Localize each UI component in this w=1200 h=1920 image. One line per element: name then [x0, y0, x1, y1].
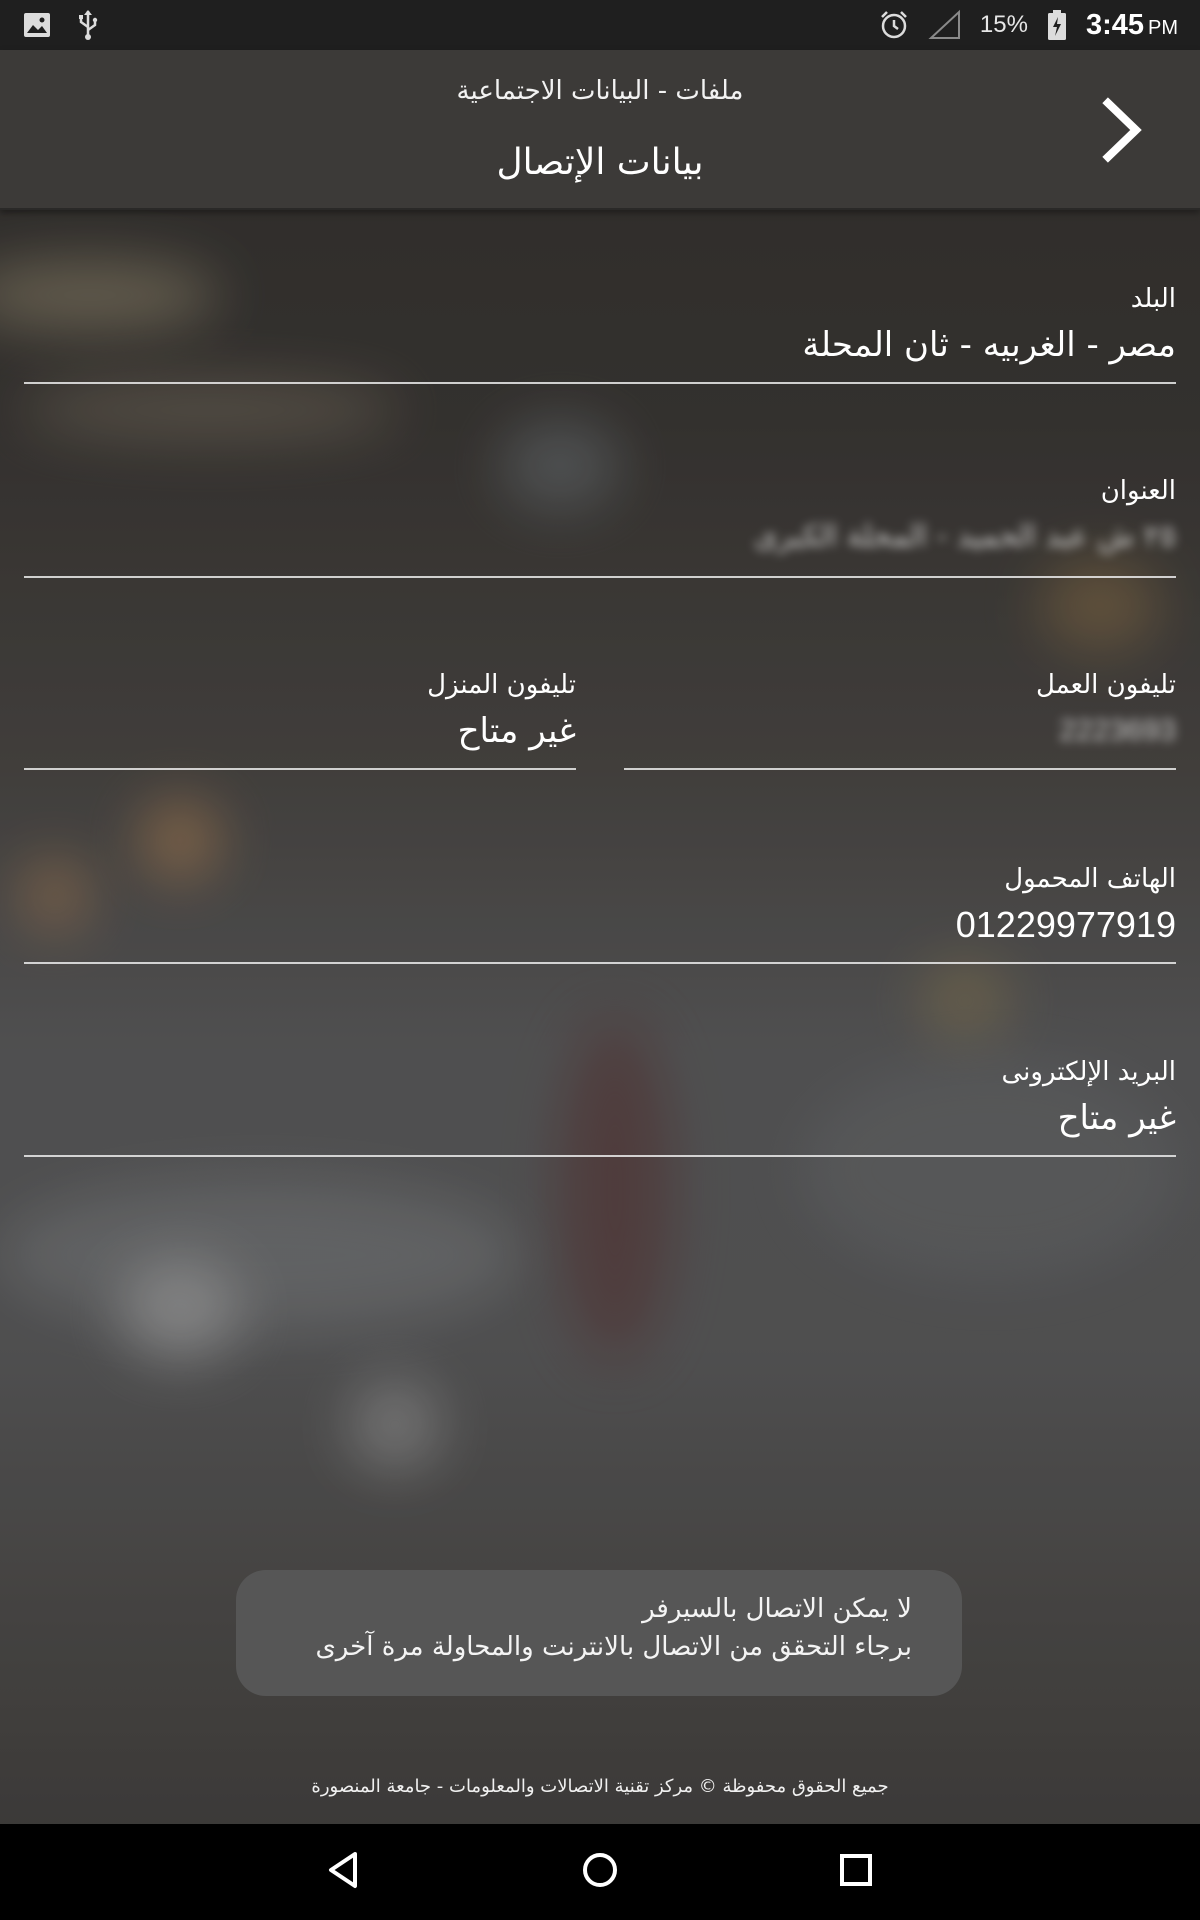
error-toast: لا يمكن الاتصال بالسيرفر برجاء التحقق من…	[236, 1570, 962, 1696]
country-value: مصر - الغربيه - ثان المحلة	[802, 325, 1176, 365]
work-phone-field: تليفون العمل 2223693	[624, 668, 1176, 770]
address-label: العنوان	[1100, 476, 1176, 506]
mobile-label: الهاتف المحمول	[1004, 864, 1176, 894]
work-phone-value: 2223693	[1059, 714, 1176, 747]
home-circle-icon	[580, 1850, 620, 1894]
address-field: العنوان ٢٥ ش عبد الحميد - المحلة الكبرى	[24, 474, 1176, 578]
back-button[interactable]	[1090, 92, 1154, 172]
email-value: غير متاح	[1057, 1098, 1176, 1138]
country-label: البلد	[1130, 284, 1176, 314]
home-phone-label: تليفون المنزل	[427, 670, 576, 700]
work-phone-label: تليفون العمل	[1035, 670, 1176, 700]
usb-icon	[76, 9, 100, 41]
address-value: ٢٥ ش عبد الحميد - المحلة الكبرى	[754, 519, 1176, 554]
chevron-right-icon	[1098, 95, 1146, 169]
battery-charging-icon	[1046, 9, 1068, 41]
copyright-footer: جميع الحقوق محفوظة © مركز تقنية الاتصالا…	[311, 1776, 889, 1797]
breadcrumb: ملفات - البيانات الاجتماعية	[456, 76, 744, 106]
mobile-field: الهاتف المحمول 01229977919	[24, 862, 1176, 964]
image-notification-icon	[22, 10, 52, 40]
nav-home-button[interactable]	[570, 1842, 630, 1902]
alarm-icon	[878, 9, 910, 41]
signal-icon	[928, 9, 962, 41]
nav-recents-button[interactable]	[826, 1842, 886, 1902]
recents-square-icon	[836, 1850, 876, 1894]
nav-back-button[interactable]	[313, 1842, 373, 1902]
clock: 3:45 PM	[1085, 8, 1178, 41]
mobile-value: 01229977919	[955, 904, 1176, 945]
home-phone-field: تليفون المنزل غير متاح	[24, 668, 576, 770]
email-field: البريد الإلكترونى غير متاح	[24, 1055, 1176, 1157]
home-phone-value: غير متاح	[457, 711, 576, 751]
toast-line-1: لا يمكن الاتصال بالسيرفر	[642, 1594, 912, 1624]
battery-percent: 15%	[979, 11, 1028, 38]
back-triangle-icon	[323, 1850, 363, 1894]
email-label: البريد الإلكترونى	[1001, 1057, 1176, 1087]
status-bar: 15% 3:45 PM	[0, 0, 1200, 50]
toast-line-2: برجاء التحقق من الاتصال بالانترنت والمحا…	[315, 1632, 912, 1662]
navigation-bar	[0, 1824, 1200, 1920]
page-title: بيانات الإتصال	[496, 142, 704, 183]
app-header: ملفات - البيانات الاجتماعية بيانات الإتص…	[0, 50, 1200, 210]
country-field: البلد مصر - الغربيه - ثان المحلة	[24, 282, 1176, 384]
